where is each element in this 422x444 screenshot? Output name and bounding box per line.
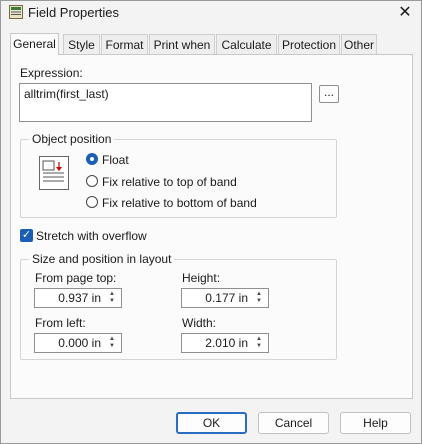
height-field[interactable]: 0.177 in ▲ ▼ — [181, 288, 269, 308]
tab-protection[interactable]: Protection — [278, 34, 340, 54]
spinner-arrows-icon[interactable]: ▲ ▼ — [105, 291, 119, 305]
ok-button[interactable]: OK — [176, 412, 247, 434]
float-label[interactable]: Float — [102, 153, 129, 167]
height-value: 0.177 in — [205, 291, 248, 305]
tab-format[interactable]: Format — [101, 34, 148, 54]
title-bar[interactable]: Field Properties ✕ — [1, 1, 421, 25]
tab-other[interactable]: Other — [341, 34, 377, 54]
fix-top-label[interactable]: Fix relative to top of band — [102, 175, 237, 189]
help-button[interactable]: Help — [340, 412, 411, 434]
cancel-button[interactable]: Cancel — [258, 412, 329, 434]
fix-top-radio[interactable] — [86, 175, 98, 187]
expression-builder-button[interactable]: ... — [319, 85, 339, 103]
tab-print-when[interactable]: Print when — [149, 34, 215, 54]
expression-input[interactable]: alltrim(first_last) — [19, 83, 312, 122]
field-properties-dialog: Field Properties ✕ General Style Format … — [0, 0, 422, 444]
position-preview-icon — [39, 156, 69, 190]
expression-value: alltrim(first_last) — [24, 87, 109, 101]
expression-label: Expression: — [20, 66, 83, 80]
object-position-title: Object position — [29, 132, 115, 146]
from-page-top-field[interactable]: 0.937 in ▲ ▼ — [34, 288, 122, 308]
window-title: Field Properties — [28, 5, 120, 20]
from-page-top-value: 0.937 in — [58, 291, 101, 305]
from-page-top-label: From page top: — [35, 271, 117, 285]
from-left-field[interactable]: 0.000 in ▲ ▼ — [34, 333, 122, 353]
width-label: Width: — [182, 316, 217, 330]
from-left-value: 0.000 in — [58, 336, 101, 350]
fix-bottom-radio[interactable] — [86, 196, 98, 208]
height-label: Height: — [182, 271, 221, 285]
width-value: 2.010 in — [205, 336, 248, 350]
width-field[interactable]: 2.010 in ▲ ▼ — [181, 333, 269, 353]
fix-bottom-label[interactable]: Fix relative to bottom of band — [102, 196, 257, 210]
spinner-arrows-icon[interactable]: ▲ ▼ — [105, 336, 119, 350]
tab-calculate[interactable]: Calculate — [216, 34, 277, 54]
stretch-label[interactable]: Stretch with overflow — [36, 229, 147, 243]
float-radio[interactable] — [86, 153, 98, 165]
spinner-arrows-icon[interactable]: ▲ ▼ — [252, 336, 266, 350]
close-icon[interactable]: ✕ — [389, 1, 421, 25]
tab-general[interactable]: General — [10, 33, 59, 55]
stretch-checkbox[interactable]: ✓ — [20, 229, 33, 242]
from-left-label: From left: — [35, 316, 86, 330]
tab-style[interactable]: Style — [63, 34, 100, 54]
spinner-arrows-icon[interactable]: ▲ ▼ — [252, 291, 266, 305]
size-position-title: Size and position in layout — [29, 252, 175, 266]
properties-icon — [9, 5, 23, 19]
